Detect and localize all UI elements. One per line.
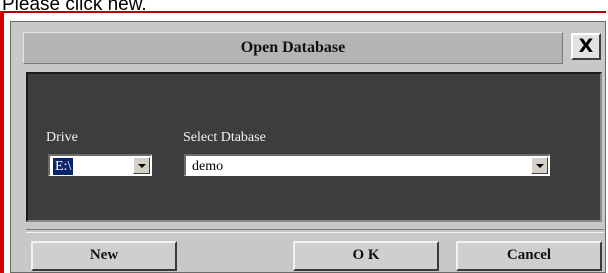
dialog-title: Open Database (23, 32, 563, 64)
selection-panel: Drive E:\ Select Dtabase demo (26, 72, 602, 222)
drive-value: E:\ (53, 158, 74, 175)
open-database-dialog: Open Database X Drive E:\ Select Dtabase… (0, 11, 606, 273)
drive-label: Drive (46, 130, 78, 145)
database-value: demo (192, 159, 224, 174)
new-button[interactable]: New (31, 241, 177, 271)
database-select[interactable]: demo (184, 154, 550, 176)
cancel-button[interactable]: Cancel (456, 241, 602, 271)
drive-select[interactable]: E:\ (48, 154, 152, 176)
database-label: Select Dtabase (183, 130, 266, 145)
chevron-down-icon[interactable] (531, 157, 548, 174)
chevron-down-icon[interactable] (133, 157, 150, 174)
dialog-frame: Open Database X Drive E:\ Select Dtabase… (10, 21, 606, 273)
ok-button[interactable]: O K (293, 241, 439, 271)
divider (26, 229, 604, 233)
close-button[interactable]: X (571, 33, 601, 60)
